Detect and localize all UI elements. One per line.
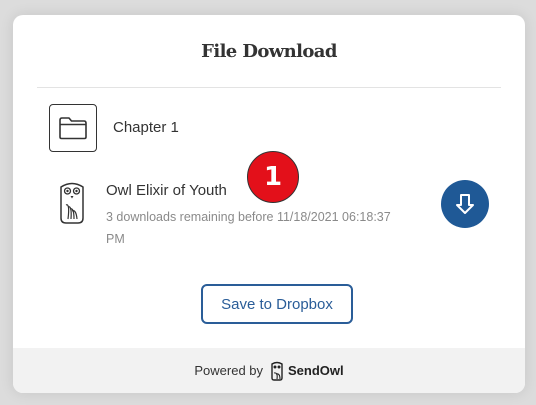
folder-icon	[59, 117, 87, 140]
sendowl-brand-label: SendOwl	[288, 363, 344, 378]
owl-icon	[60, 182, 84, 224]
downloads-remaining-text: 3 downloads remaining before 11/18/2021 …	[106, 210, 391, 246]
powered-by-label: Powered by	[194, 363, 264, 378]
download-button[interactable]	[441, 180, 489, 228]
dialog-title: File Download	[201, 41, 337, 62]
download-arrow-icon	[456, 194, 474, 214]
sendowl-brand-link[interactable]: SendOwl	[270, 361, 344, 381]
footer: Powered by SendOwl	[13, 348, 525, 393]
download-card: File Download Chapter 1 Owl Elixir of Yo…	[13, 15, 525, 393]
folder-button[interactable]	[49, 104, 97, 152]
sendowl-logo-icon	[271, 361, 283, 381]
folder-label: Chapter 1	[113, 119, 179, 136]
save-to-dropbox-button[interactable]: Save to Dropbox	[201, 284, 353, 324]
annotation-badge: 1	[247, 151, 299, 203]
product-name: Owl Elixir of Youth	[106, 182, 227, 199]
divider	[37, 87, 501, 88]
